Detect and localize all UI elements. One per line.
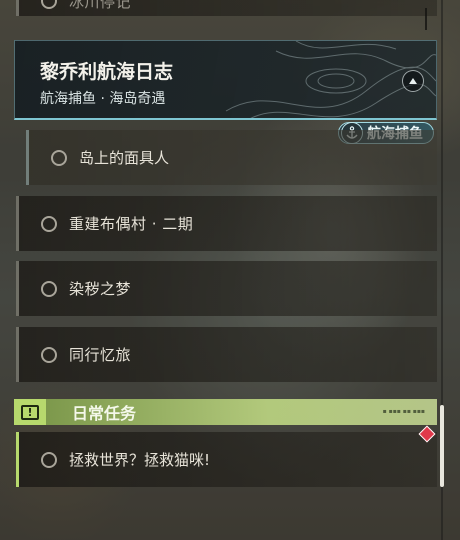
collapse-arrow-icon[interactable] xyxy=(402,70,424,92)
quest-group-subtitle: 航海捕鱼 · 海岛奇遇 xyxy=(40,91,166,107)
quest-label: 同行忆旅 xyxy=(69,346,132,364)
quest-item-partial[interactable]: 冰川停记 xyxy=(16,0,437,16)
scrollbar-thumb[interactable] xyxy=(440,405,444,487)
quest-ring-icon xyxy=(41,0,57,9)
quest-ring-icon xyxy=(51,149,67,166)
quest-ring-icon xyxy=(41,346,57,363)
quest-label: 染秽之梦 xyxy=(69,280,132,298)
quest-label: 拯救世界？拯救猫咪! xyxy=(69,451,211,469)
quest-label: 岛上的面具人 xyxy=(79,149,170,167)
quest-item[interactable]: 染秽之梦 xyxy=(16,261,437,316)
alert-icon: ! xyxy=(14,399,46,425)
quest-label: 冰川停记 xyxy=(69,0,132,11)
quest-group-header[interactable]: 黎乔利航海日志 航海捕鱼 · 海岛奇遇 xyxy=(14,40,437,120)
daily-section-header[interactable]: ! 日常任务 ▪ ▪▪▪ ▪▪ ▪▪▪ xyxy=(14,399,437,425)
quest-ring-icon xyxy=(41,280,57,297)
quest-group-title: 黎乔利航海日志 xyxy=(40,61,174,83)
daily-section-label: 日常任务 xyxy=(72,404,137,423)
quest-item[interactable]: 重建布偶村 · 二期 xyxy=(16,196,437,251)
quest-ring-icon xyxy=(41,451,57,468)
scroll-top-tick xyxy=(425,8,427,30)
section-decoration: ▪ ▪▪▪ ▪▪ ▪▪▪ xyxy=(382,408,425,415)
sub-quest-item[interactable]: 岛上的面具人 xyxy=(26,130,437,185)
quest-item[interactable]: 同行忆旅 xyxy=(16,327,437,382)
daily-quest-item[interactable]: 拯救世界？拯救猫咪! xyxy=(16,432,437,487)
quest-ring-icon xyxy=(41,215,57,232)
quest-label: 重建布偶村 · 二期 xyxy=(69,215,194,233)
